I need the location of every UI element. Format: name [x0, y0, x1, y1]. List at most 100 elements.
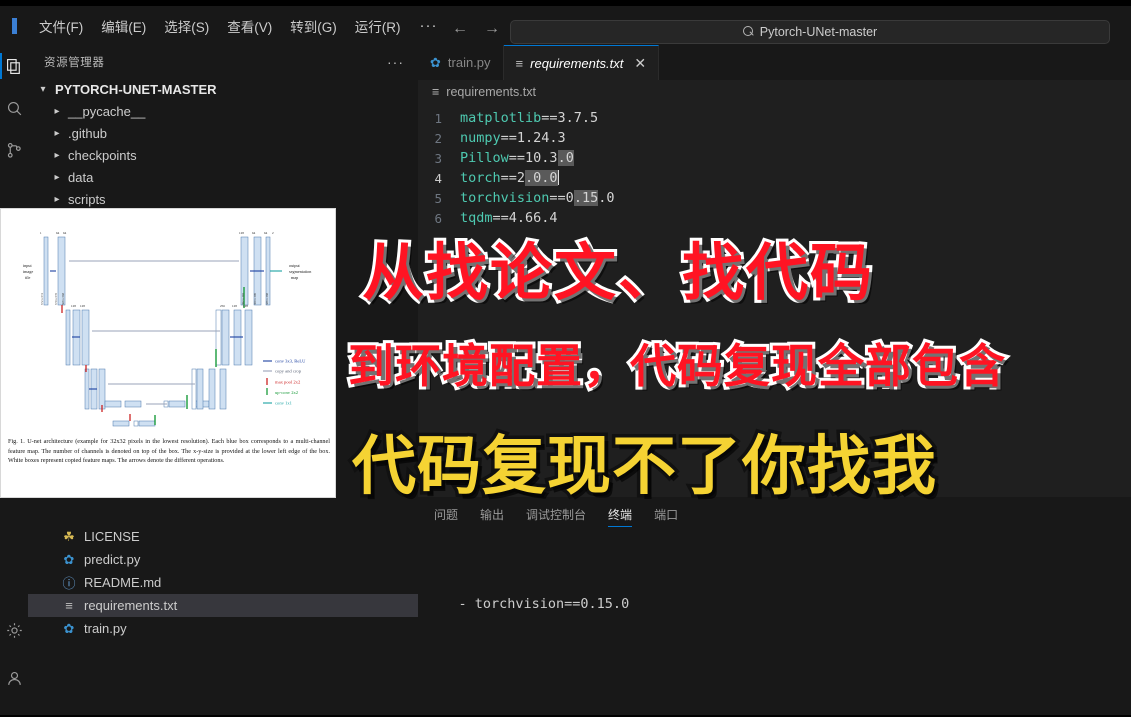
svg-text:64: 64: [252, 231, 256, 235]
file-item-license[interactable]: ☘ LICENSE: [28, 525, 418, 548]
file-item-readme-md[interactable]: ⓘ README.md: [28, 571, 418, 594]
svg-text:256: 256: [220, 304, 225, 308]
tree-folder-data[interactable]: ▸ data: [28, 166, 418, 188]
file-label: train.py: [84, 621, 127, 636]
tab-train-py[interactable]: ✿ train.py: [418, 45, 504, 80]
tree-folder-scripts[interactable]: ▸ scripts: [28, 188, 418, 210]
code-line: 1 matplotlib==3.7.5: [418, 108, 1131, 128]
version-selection: .0.0: [525, 170, 558, 186]
tree-folder-pycache[interactable]: ▸ __pycache__: [28, 100, 418, 122]
explorer-icon[interactable]: [0, 45, 28, 87]
menu-view[interactable]: 查看(V): [218, 12, 281, 40]
app-logo-icon: [0, 6, 28, 45]
package-name: numpy: [460, 130, 501, 146]
explorer-more-icon[interactable]: ···: [387, 54, 404, 70]
package-name: Pillow: [460, 150, 509, 166]
svg-text:570 x 570: 570 x 570: [54, 293, 58, 306]
svg-text:input: input: [23, 263, 32, 268]
version: 2: [516, 170, 526, 186]
version: 0: [565, 190, 574, 206]
menu-edit[interactable]: 编辑(E): [92, 12, 155, 40]
terminal-line: - torchvision==0.15.0: [426, 596, 630, 612]
account-icon[interactable]: [0, 657, 28, 699]
text-file-icon: ≡: [515, 55, 524, 71]
line-number: 5: [434, 190, 442, 206]
overlay-headline-3: 代码复现不了你找我: [349, 427, 940, 506]
tab-label: train.py: [447, 55, 491, 70]
text-file-icon: ≡: [65, 598, 73, 613]
search-icon: [742, 26, 755, 38]
breadcrumb-label: requirements.txt: [446, 85, 536, 99]
breadcrumb[interactable]: ≡ requirements.txt: [418, 80, 1131, 104]
editor-tab-strip: ✿ train.py ≡ requirements.txt ✕: [418, 45, 1131, 80]
tree-folder-checkpoints[interactable]: ▸ checkpoints: [28, 144, 418, 166]
terminal-output[interactable]: - torchvision==0.15.0 The following pack…: [418, 531, 1131, 717]
forward-arrow-icon[interactable]: →: [484, 20, 500, 38]
menu-goto[interactable]: 转到(G): [281, 12, 346, 40]
file-label: predict.py: [84, 552, 141, 567]
menu-more-icon[interactable]: ···: [410, 15, 448, 36]
svg-text:segmentation: segmentation: [289, 269, 312, 274]
settings-gear-icon[interactable]: [0, 609, 28, 651]
chevron-right-icon: ▸: [54, 149, 60, 161]
code-line: 5 torchvision==0.15.0: [418, 188, 1131, 208]
package-name: torch: [460, 170, 501, 186]
svg-text:map: map: [291, 275, 298, 280]
svg-text:tile: tile: [25, 275, 30, 280]
operator: ==: [500, 130, 517, 146]
tree-folder-label: scripts: [68, 191, 106, 207]
search-icon[interactable]: [0, 87, 28, 129]
file-label: LICENSE: [84, 529, 140, 544]
back-arrow-icon[interactable]: ←: [452, 20, 468, 38]
tree-folder-github[interactable]: ▸ .github: [28, 122, 418, 144]
chevron-down-icon: ▾: [40, 84, 46, 95]
close-icon[interactable]: ✕: [634, 55, 646, 72]
python-file-icon: ✿: [63, 620, 75, 636]
workspace-root-row[interactable]: ▾ PYTORCH-UNET-MASTER: [28, 79, 418, 100]
bottom-panel: 问题 输出 调试控制台 终端 端口 - torchvision==0.15.0 …: [418, 497, 1131, 717]
svg-text:572 x 572: 572 x 572: [40, 293, 44, 306]
menu-run[interactable]: 运行(R): [346, 12, 410, 40]
file-item-train-py[interactable]: ✿ train.py: [28, 617, 418, 640]
file-item-predict-py[interactable]: ✿ predict.py: [28, 548, 418, 571]
code-line-active: 4 torch==2.0.0: [418, 168, 1131, 188]
svg-text:64: 64: [63, 231, 67, 235]
explorer-title: 资源管理器: [44, 57, 105, 69]
svg-text:max pool 2x2: max pool 2x2: [275, 380, 301, 385]
package-name: matplotlib: [460, 110, 542, 126]
tab-requirements-txt[interactable]: ≡ requirements.txt ✕: [503, 45, 660, 80]
version: 3.7.5: [557, 110, 599, 126]
operator: ==: [508, 150, 526, 166]
svg-text:64: 64: [56, 231, 60, 235]
version: 1.24.3: [516, 130, 566, 146]
navigation-arrows: ← →: [452, 20, 500, 38]
chevron-right-icon: ▸: [54, 105, 60, 117]
svg-text:output: output: [289, 263, 301, 268]
license-icon: ☘: [63, 528, 75, 544]
svg-text:conv 3x3, ReLU: conv 3x3, ReLU: [275, 359, 306, 365]
svg-text:388 x 388: 388 x 388: [265, 293, 269, 306]
menu-file[interactable]: 文件(F): [30, 12, 92, 40]
unet-diagram: 1 64 64 128 64 64 2 128 128 256 128 128 inputima…: [23, 231, 312, 427]
svg-text:copy and crop: copy and crop: [275, 369, 302, 374]
command-search-bar[interactable]: Pytorch-UNet-master: [510, 20, 1110, 44]
code-line: 3 Pillow==10.3.0: [418, 148, 1131, 168]
file-item-requirements-txt[interactable]: ≡ requirements.txt: [28, 594, 418, 617]
version-tail: .0: [598, 190, 615, 206]
search-text: Pytorch-UNet-master: [759, 25, 878, 39]
text-cursor: [557, 170, 560, 185]
operator: ==: [541, 110, 558, 126]
python-file-icon: ✿: [63, 551, 75, 567]
menu-select[interactable]: 选择(S): [155, 12, 218, 40]
code-line: 2 numpy==1.24.3: [418, 128, 1131, 148]
workspace-root-label: PYTORCH-UNET-MASTER: [55, 82, 217, 97]
source-control-icon[interactable]: [0, 129, 28, 171]
line-number: 3: [434, 150, 442, 166]
svg-text:image: image: [23, 269, 33, 274]
svg-text:128: 128: [232, 304, 237, 308]
folder-tree: ▸ __pycache__ ▸ .github ▸ checkpoints ▸ …: [28, 100, 418, 210]
overlay-headline-1: 从找论文、找代码: [359, 236, 875, 311]
markdown-info-icon: ⓘ: [62, 576, 76, 591]
tree-folder-label: .github: [68, 125, 108, 141]
title-bar: 文件(F) 编辑(E) 选择(S) 查看(V) 转到(G) 运行(R) ··· …: [0, 6, 1131, 45]
